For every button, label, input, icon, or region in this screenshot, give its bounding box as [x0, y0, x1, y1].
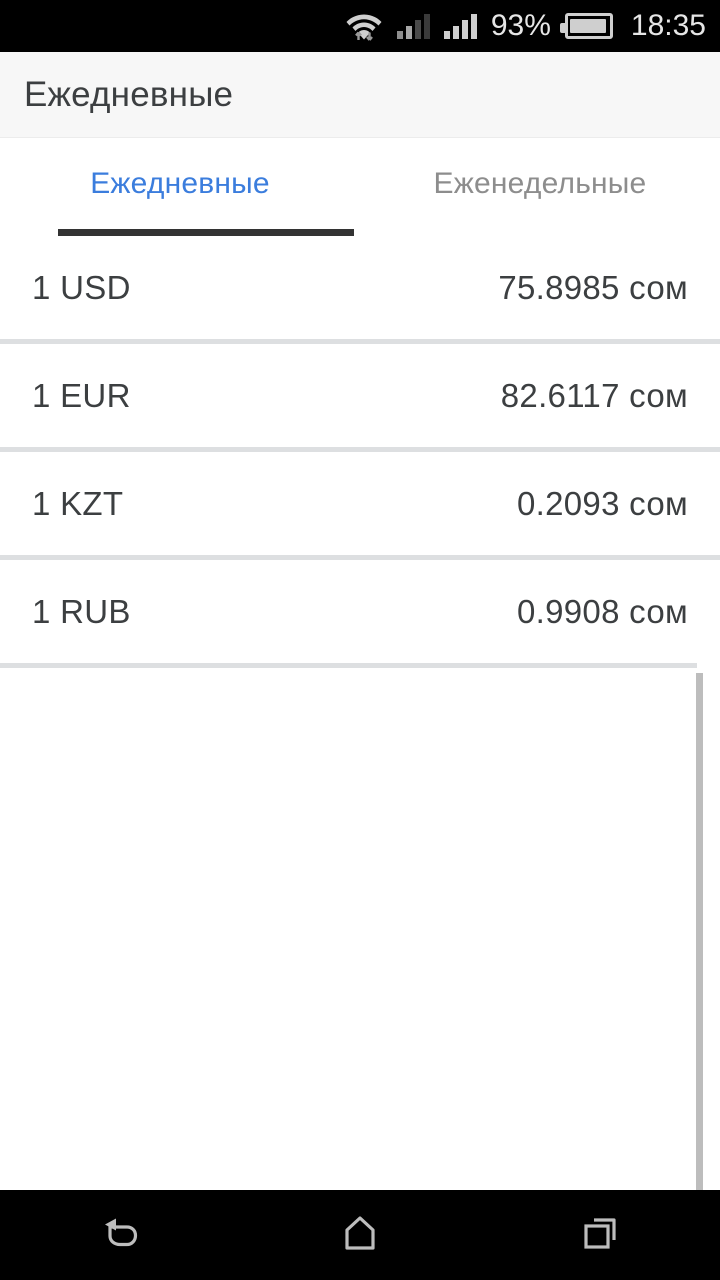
- cellular-signal-bars-icon-sim1: [396, 13, 430, 39]
- back-button[interactable]: [60, 1190, 180, 1280]
- phone-screen: 93% 18:35 Ежедневные Ежедневные Еженедел…: [0, 0, 720, 1280]
- battery-icon: [559, 13, 613, 39]
- currency-code: 1 USD: [32, 268, 131, 306]
- tab-daily-label: Ежедневные: [90, 167, 270, 200]
- table-row[interactable]: 1 KZT 0.2093 сом: [0, 452, 720, 555]
- vertical-scrollbar[interactable]: [696, 673, 703, 1190]
- currency-code: 1 EUR: [32, 376, 131, 414]
- tab-weekly-label: Еженедельные: [433, 167, 647, 200]
- row-divider-last: [0, 663, 697, 668]
- home-icon: [337, 1210, 383, 1261]
- table-row[interactable]: 1 EUR 82.6117 сом: [0, 344, 720, 447]
- currency-rate-value: 0.9908 сом: [516, 592, 688, 630]
- page-title: Ежедневные: [24, 74, 234, 114]
- tab-weekly[interactable]: Еженедельные: [360, 138, 720, 236]
- tab-bar: Ежедневные Еженедельные: [0, 138, 720, 236]
- back-icon: [97, 1210, 143, 1261]
- table-row[interactable]: 1 RUB 0.9908 сом: [0, 560, 720, 663]
- tab-active-indicator: [58, 229, 354, 236]
- currency-rate-value: 82.6117 сом: [500, 376, 688, 414]
- recents-button[interactable]: [540, 1190, 660, 1280]
- status-icons-group: 93% 18:35: [345, 9, 706, 43]
- currency-rate-value: 75.8985 сом: [498, 268, 688, 306]
- status-bar: 93% 18:35: [0, 0, 720, 52]
- currency-code: 1 RUB: [32, 592, 131, 630]
- app-header: Ежедневные: [0, 52, 720, 138]
- home-button[interactable]: [300, 1190, 420, 1280]
- status-clock: 18:35: [630, 9, 706, 42]
- currency-code: 1 KZT: [32, 484, 124, 522]
- recents-icon: [577, 1210, 623, 1261]
- wifi-with-transfer-arrows-icon: [345, 9, 383, 43]
- battery-percent-label: 93%: [490, 9, 551, 42]
- cellular-signal-bars-icon-sim2: [443, 13, 477, 39]
- tab-daily[interactable]: Ежедневные: [0, 138, 360, 236]
- table-row[interactable]: 1 USD 75.8985 сом: [0, 236, 720, 339]
- currency-rate-value: 0.2093 сом: [516, 484, 688, 522]
- system-navigation-bar: [0, 1190, 720, 1280]
- rates-list[interactable]: 1 USD 75.8985 сом 1 EUR 82.6117 сом 1 KZ…: [0, 236, 720, 1190]
